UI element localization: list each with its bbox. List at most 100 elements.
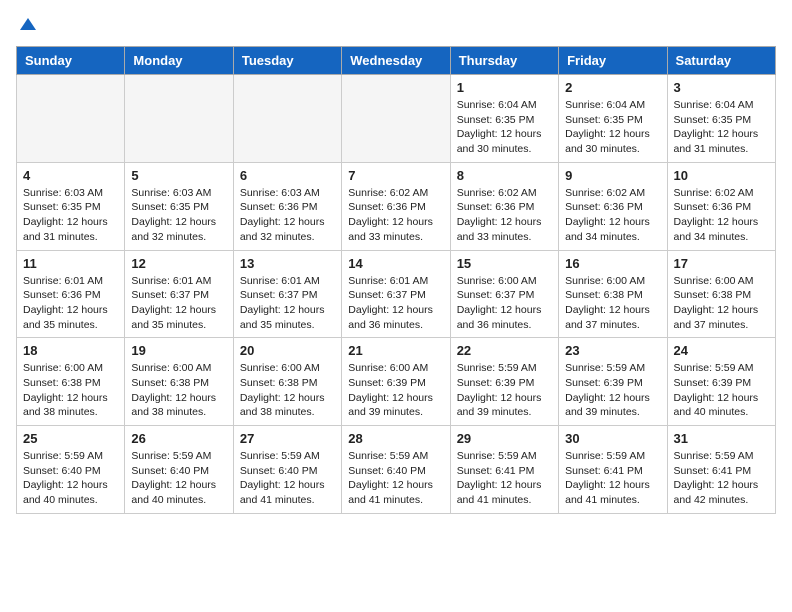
day-number: 16 (565, 256, 660, 271)
week-row-2: 4 Sunrise: 6:03 AMSunset: 6:35 PMDaylight… (17, 162, 776, 250)
day-number: 2 (565, 80, 660, 95)
day-number: 5 (131, 168, 226, 183)
day-cell: 4 Sunrise: 6:03 AMSunset: 6:35 PMDaylight… (17, 162, 125, 250)
day-info: Sunrise: 6:03 AMSunset: 6:35 PMDaylight:… (131, 186, 226, 245)
day-info: Sunrise: 6:00 AMSunset: 6:38 PMDaylight:… (240, 361, 335, 420)
day-number: 26 (131, 431, 226, 446)
week-row-3: 11Sunrise: 6:01 AMSunset: 6:36 PMDayligh… (17, 250, 776, 338)
day-info: Sunrise: 6:00 AMSunset: 6:38 PMDaylight:… (674, 274, 769, 333)
day-cell: 19 Sunrise: 6:00 AMSunset: 6:38 PMDayligh… (125, 338, 233, 426)
day-info: Sunrise: 6:00 AMSunset: 6:38 PMDaylight:… (565, 274, 660, 333)
day-number: 10 (674, 168, 769, 183)
day-number: 27 (240, 431, 335, 446)
day-info: Sunrise: 6:01 AMSunset: 6:37 PMDaylight:… (348, 274, 443, 333)
day-header-wednesday: Wednesday (342, 47, 450, 75)
day-cell: 27 Sunrise: 5:59 AMSunset: 6:40 PMDayligh… (233, 426, 341, 514)
day-info: Sunrise: 5:59 AMSunset: 6:41 PMDaylight:… (457, 449, 552, 508)
day-info: Sunrise: 6:03 AMSunset: 6:35 PMDaylight:… (23, 186, 118, 245)
day-number: 9 (565, 168, 660, 183)
day-number: 4 (23, 168, 118, 183)
day-header-sunday: Sunday (17, 47, 125, 75)
day-cell: 25 Sunrise: 5:59 AMSunset: 6:40 PMDayligh… (17, 426, 125, 514)
day-info: Sunrise: 5:59 AMSunset: 6:41 PMDaylight:… (565, 449, 660, 508)
day-cell: 9Sunrise: 6:02 AMSunset: 6:36 PMDaylight… (559, 162, 667, 250)
day-info: Sunrise: 6:03 AMSunset: 6:36 PMDaylight:… (240, 186, 335, 245)
day-info: Sunrise: 5:59 AMSunset: 6:40 PMDaylight:… (131, 449, 226, 508)
day-info: Sunrise: 6:04 AMSunset: 6:35 PMDaylight:… (457, 98, 552, 157)
day-cell: 18 Sunrise: 6:00 AMSunset: 6:38 PMDayligh… (17, 338, 125, 426)
day-header-tuesday: Tuesday (233, 47, 341, 75)
day-cell: 20 Sunrise: 6:00 AMSunset: 6:38 PMDayligh… (233, 338, 341, 426)
day-cell: 17 Sunrise: 6:00 AMSunset: 6:38 PMDayligh… (667, 250, 775, 338)
day-cell: 21 Sunrise: 6:00 AMSunset: 6:39 PMDayligh… (342, 338, 450, 426)
calendar: SundayMondayTuesdayWednesdayThursdayFrid… (16, 46, 776, 514)
day-number: 17 (674, 256, 769, 271)
day-number: 25 (23, 431, 118, 446)
day-cell: 31 Sunrise: 5:59 AMSunset: 6:41 PMDayligh… (667, 426, 775, 514)
day-info: Sunrise: 5:59 AMSunset: 6:41 PMDaylight:… (674, 449, 769, 508)
day-cell: 6 Sunrise: 6:03 AMSunset: 6:36 PMDaylight… (233, 162, 341, 250)
day-number: 13 (240, 256, 335, 271)
day-cell: 8 Sunrise: 6:02 AMSunset: 6:36 PMDaylight… (450, 162, 558, 250)
day-number: 6 (240, 168, 335, 183)
day-number: 7 (348, 168, 443, 183)
day-cell: 13 Sunrise: 6:01 AMSunset: 6:37 PMDayligh… (233, 250, 341, 338)
logo-icon (18, 16, 38, 36)
day-info: Sunrise: 6:01 AMSunset: 6:37 PMDaylight:… (131, 274, 226, 333)
day-cell (342, 75, 450, 163)
calendar-header-row: SundayMondayTuesdayWednesdayThursdayFrid… (17, 47, 776, 75)
day-cell (233, 75, 341, 163)
day-number: 8 (457, 168, 552, 183)
day-info: Sunrise: 6:04 AMSunset: 6:35 PMDaylight:… (565, 98, 660, 157)
day-info: Sunrise: 5:59 AMSunset: 6:40 PMDaylight:… (240, 449, 335, 508)
day-info: Sunrise: 6:02 AMSunset: 6:36 PMDaylight:… (457, 186, 552, 245)
day-info: Sunrise: 6:02 AMSunset: 6:36 PMDaylight:… (674, 186, 769, 245)
day-number: 24 (674, 343, 769, 358)
day-info: Sunrise: 6:02 AMSunset: 6:36 PMDaylight:… (348, 186, 443, 245)
day-info: Sunrise: 6:01 AMSunset: 6:37 PMDaylight:… (240, 274, 335, 333)
day-number: 11 (23, 256, 118, 271)
week-row-1: 1 Sunrise: 6:04 AMSunset: 6:35 PMDaylight… (17, 75, 776, 163)
day-info: Sunrise: 6:00 AMSunset: 6:37 PMDaylight:… (457, 274, 552, 333)
day-number: 1 (457, 80, 552, 95)
day-number: 31 (674, 431, 769, 446)
day-header-thursday: Thursday (450, 47, 558, 75)
day-cell: 23Sunrise: 5:59 AMSunset: 6:39 PMDayligh… (559, 338, 667, 426)
day-info: Sunrise: 6:00 AMSunset: 6:39 PMDaylight:… (348, 361, 443, 420)
day-cell (125, 75, 233, 163)
day-number: 14 (348, 256, 443, 271)
day-cell: 14 Sunrise: 6:01 AMSunset: 6:37 PMDayligh… (342, 250, 450, 338)
day-cell: 29 Sunrise: 5:59 AMSunset: 6:41 PMDayligh… (450, 426, 558, 514)
day-cell: 3 Sunrise: 6:04 AMSunset: 6:35 PMDaylight… (667, 75, 775, 163)
day-number: 20 (240, 343, 335, 358)
day-cell: 16 Sunrise: 6:00 AMSunset: 6:38 PMDayligh… (559, 250, 667, 338)
day-cell: 28Sunrise: 5:59 AMSunset: 6:40 PMDayligh… (342, 426, 450, 514)
day-header-saturday: Saturday (667, 47, 775, 75)
day-info: Sunrise: 5:59 AMSunset: 6:39 PMDaylight:… (674, 361, 769, 420)
day-number: 3 (674, 80, 769, 95)
week-row-5: 25 Sunrise: 5:59 AMSunset: 6:40 PMDayligh… (17, 426, 776, 514)
day-cell: 2 Sunrise: 6:04 AMSunset: 6:35 PMDaylight… (559, 75, 667, 163)
week-row-4: 18 Sunrise: 6:00 AMSunset: 6:38 PMDayligh… (17, 338, 776, 426)
day-header-monday: Monday (125, 47, 233, 75)
day-number: 18 (23, 343, 118, 358)
day-info: Sunrise: 5:59 AMSunset: 6:40 PMDaylight:… (23, 449, 118, 508)
day-number: 28 (348, 431, 443, 446)
day-cell: 15Sunrise: 6:00 AMSunset: 6:37 PMDayligh… (450, 250, 558, 338)
day-number: 30 (565, 431, 660, 446)
day-info: Sunrise: 6:00 AMSunset: 6:38 PMDaylight:… (131, 361, 226, 420)
day-number: 21 (348, 343, 443, 358)
day-cell: 30 Sunrise: 5:59 AMSunset: 6:41 PMDayligh… (559, 426, 667, 514)
day-number: 19 (131, 343, 226, 358)
day-number: 29 (457, 431, 552, 446)
day-info: Sunrise: 6:04 AMSunset: 6:35 PMDaylight:… (674, 98, 769, 157)
day-number: 23 (565, 343, 660, 358)
day-cell: 5 Sunrise: 6:03 AMSunset: 6:35 PMDaylight… (125, 162, 233, 250)
logo (16, 16, 38, 36)
header (16, 16, 776, 36)
day-cell: 7 Sunrise: 6:02 AMSunset: 6:36 PMDaylight… (342, 162, 450, 250)
day-cell: 1 Sunrise: 6:04 AMSunset: 6:35 PMDaylight… (450, 75, 558, 163)
day-info: Sunrise: 6:00 AMSunset: 6:38 PMDaylight:… (23, 361, 118, 420)
day-cell: 11Sunrise: 6:01 AMSunset: 6:36 PMDayligh… (17, 250, 125, 338)
day-cell: 24 Sunrise: 5:59 AMSunset: 6:39 PMDayligh… (667, 338, 775, 426)
